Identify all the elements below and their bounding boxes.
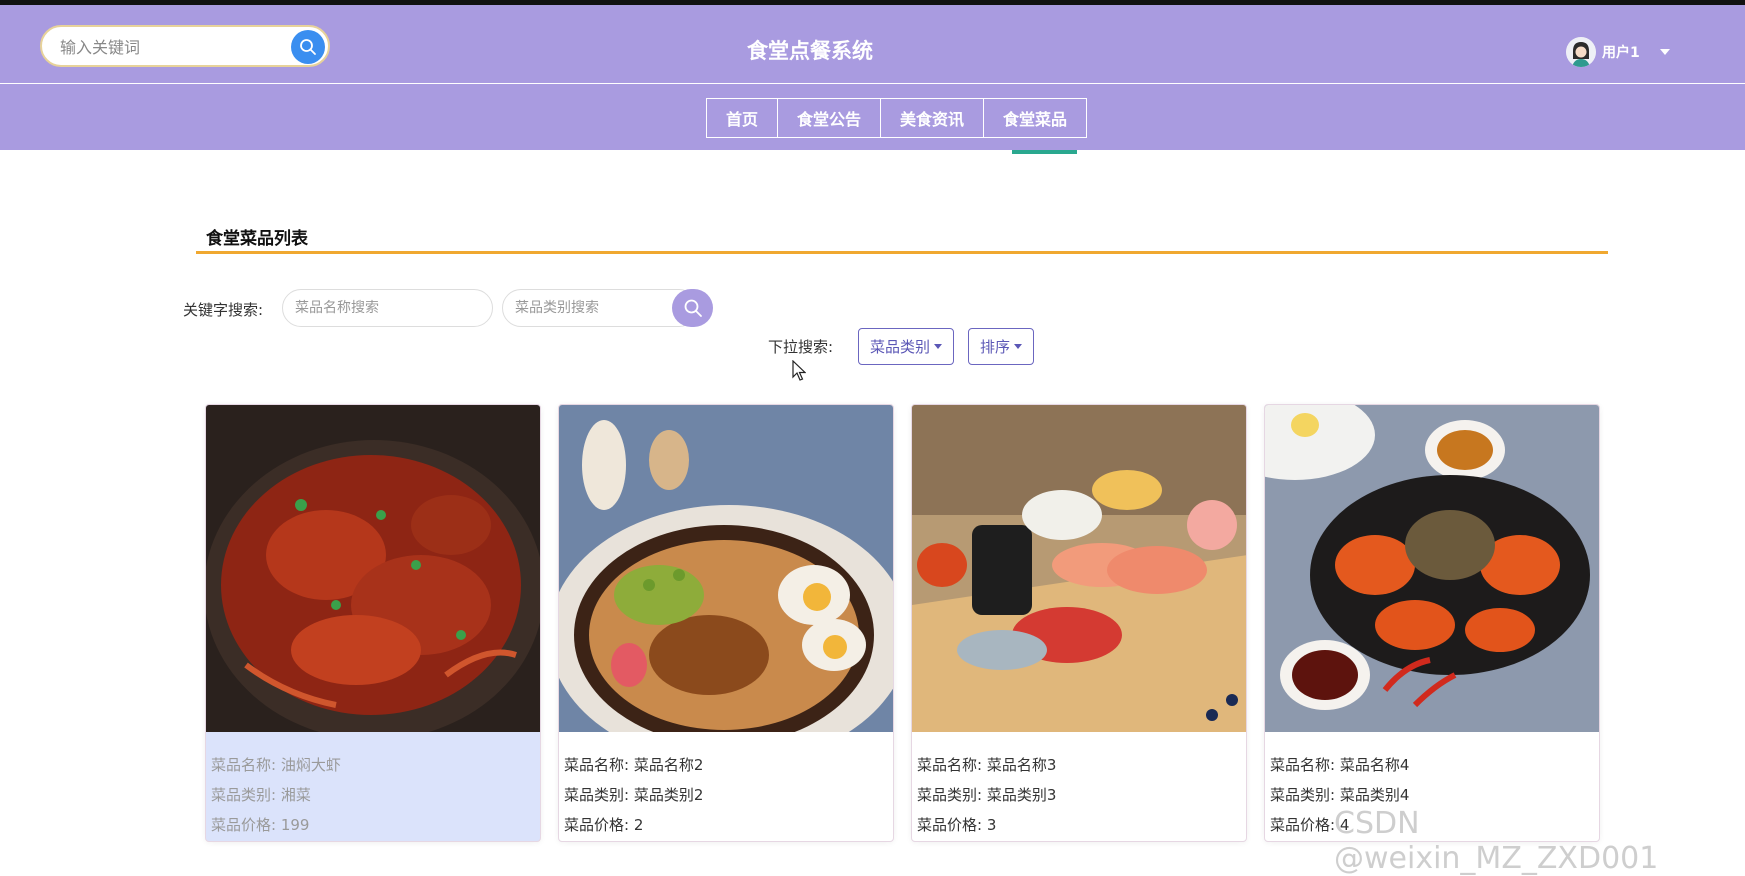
user-name: 用户1 — [1602, 45, 1640, 61]
dish-card[interactable]: 菜品名称: 菜品名称2 菜品类别: 菜品类别2 菜品价格: 2 — [558, 404, 894, 842]
dish-price: 菜品价格: 3 — [917, 816, 997, 834]
dish-name: 菜品名称: 菜品名称2 — [564, 756, 704, 774]
dish-category: 菜品类别: 菜品类别3 — [917, 786, 1057, 804]
nav-item-home[interactable]: 首页 — [706, 98, 779, 138]
dish-image-rice-bowl[interactable] — [559, 405, 893, 732]
nav-items: 首页 食堂公告 美食资讯 食堂菜品 — [706, 98, 1088, 138]
dish-info: 菜品名称: 菜品名称2 菜品类别: 菜品类别2 菜品价格: 2 — [559, 732, 893, 840]
watermark: CSDN @weixin_MZ_ZXD001 — [1334, 806, 1659, 876]
page-title: 食堂菜品列表 — [206, 229, 308, 249]
dropdown-search-label: 下拉搜索: — [768, 338, 834, 356]
avatar — [1566, 37, 1596, 67]
filter-search-button[interactable] — [672, 289, 713, 327]
dish-card[interactable]: 菜品名称: 油焖大虾 菜品类别: 湘菜 菜品价格: 199 — [205, 404, 541, 842]
dish-image-crab[interactable] — [1265, 405, 1599, 732]
dish-category-search-input[interactable] — [502, 289, 698, 327]
dish-category: 菜品类别: 菜品类别2 — [564, 786, 704, 804]
header: 食堂点餐系统 用户1 — [0, 5, 1745, 84]
category-dropdown[interactable]: 菜品类别 — [858, 328, 955, 365]
keyword-search-label: 关键字搜索: — [183, 301, 264, 319]
category-dropdown-label: 菜品类别 — [870, 338, 931, 356]
nav-item-food-news[interactable]: 美食资讯 — [880, 98, 985, 138]
dish-image-sushi[interactable] — [912, 405, 1246, 732]
nav-item-dishes[interactable]: 食堂菜品 — [983, 98, 1088, 138]
dish-card[interactable]: 菜品名称: 菜品名称4 菜品类别: 菜品类别4 菜品价格: 4 — [1264, 404, 1600, 842]
nav-bar: 首页 食堂公告 美食资讯 食堂菜品 — [0, 84, 1745, 150]
user-menu[interactable]: 用户1 — [1566, 35, 1670, 69]
dish-name: 菜品名称: 油焖大虾 — [211, 756, 341, 774]
dish-info: 菜品名称: 油焖大虾 菜品类别: 湘菜 菜品价格: 199 — [206, 732, 540, 840]
dish-image-crayfish[interactable] — [206, 405, 540, 732]
nav-item-announcements[interactable]: 食堂公告 — [777, 98, 882, 138]
dish-info: 菜品名称: 菜品名称3 菜品类别: 菜品类别3 菜品价格: 3 — [912, 732, 1246, 840]
dish-price: 菜品价格: 2 — [564, 816, 644, 834]
active-nav-indicator — [1012, 150, 1077, 154]
sort-dropdown[interactable]: 排序 — [968, 328, 1035, 365]
caret-down-icon — [1014, 344, 1023, 349]
search-icon — [684, 299, 702, 317]
title-underline — [196, 251, 1608, 254]
caret-down-icon — [934, 344, 943, 349]
dish-category: 菜品类别: 湘菜 — [211, 786, 311, 804]
dish-name-search-input[interactable] — [282, 289, 493, 327]
dish-name: 菜品名称: 菜品名称4 — [1270, 756, 1410, 774]
sort-dropdown-label: 排序 — [980, 338, 1011, 356]
site-title: 食堂点餐系统 — [747, 39, 873, 63]
mouse-cursor-icon — [792, 360, 806, 381]
dish-card[interactable]: 菜品名称: 菜品名称3 菜品类别: 菜品类别3 菜品价格: 3 — [911, 404, 1247, 842]
dish-price: 菜品价格: 199 — [211, 816, 310, 834]
chevron-down-icon — [1659, 49, 1670, 55]
dish-name: 菜品名称: 菜品名称3 — [917, 756, 1057, 774]
